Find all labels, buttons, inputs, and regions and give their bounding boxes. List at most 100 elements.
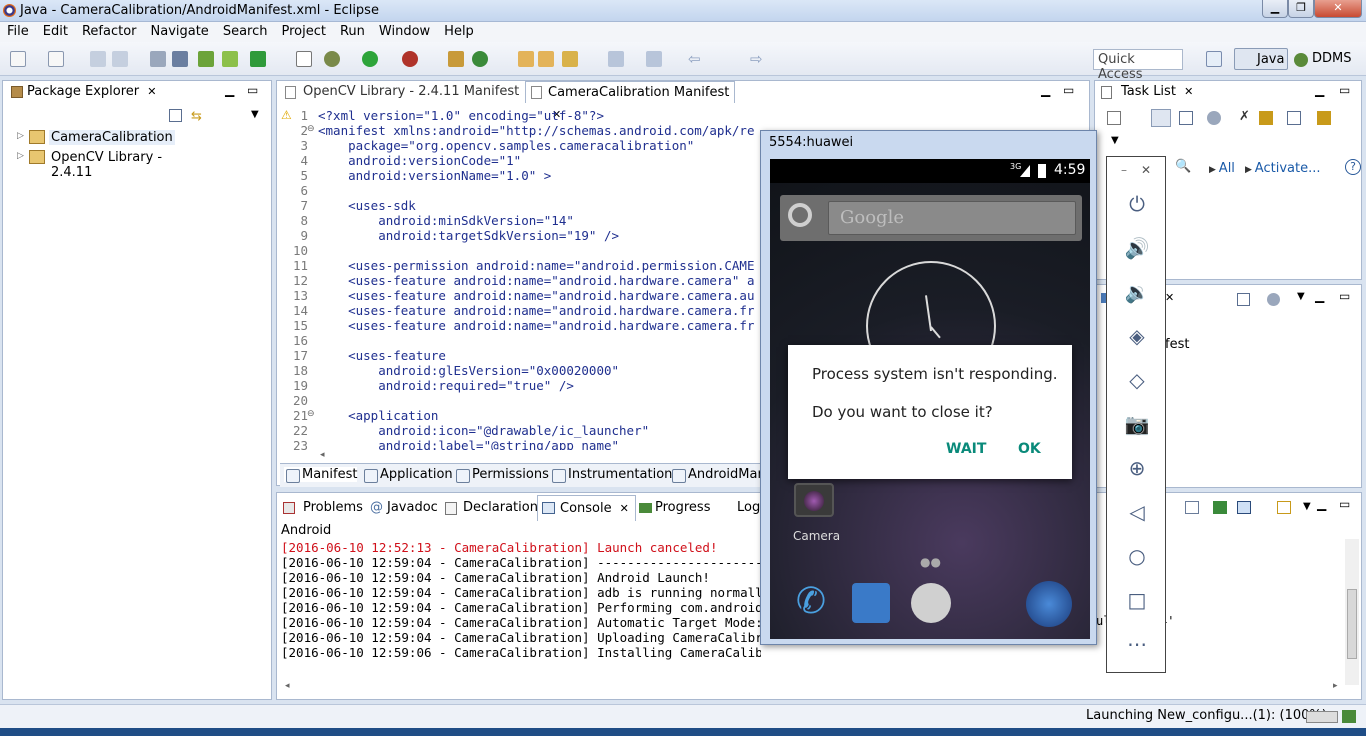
zoom-icon[interactable]: ⊕ [1124, 455, 1150, 481]
maximize-button[interactable]: ❐ [1288, 0, 1314, 18]
expand-icon[interactable]: ▷ [17, 131, 24, 141]
menu-navigate[interactable]: Navigate [144, 22, 216, 39]
view-menu-icon[interactable]: ▼ [1111, 135, 1119, 146]
code-line[interactable]: android:versionName="1.0" > [318, 168, 551, 183]
menu-help[interactable]: Help [437, 22, 481, 39]
code-line[interactable]: <uses-feature android:name="android.hard… [318, 303, 754, 318]
power-icon[interactable]: ⏻ [1124, 191, 1150, 217]
search-tool-icon[interactable] [562, 51, 578, 67]
collapse-icon[interactable] [1287, 111, 1301, 125]
pin-console-icon[interactable] [1213, 501, 1227, 514]
new-icon[interactable] [10, 51, 26, 67]
rotate-right-icon[interactable]: ◇ [1124, 367, 1150, 393]
tree-item-cameracalibration[interactable]: ▷ CameraCalibration [17, 129, 175, 147]
code-line[interactable]: <application [318, 408, 438, 423]
progress-icon[interactable] [1342, 710, 1356, 723]
close-icon[interactable]: ✕ [147, 85, 156, 98]
open-perspective-icon[interactable] [1206, 51, 1222, 67]
outline-item[interactable]: fest [1165, 337, 1189, 352]
tab-logcat[interactable]: LogCat [721, 500, 761, 515]
prev-annotation-icon[interactable] [646, 51, 662, 67]
code-line[interactable]: <uses-sdk [318, 198, 416, 213]
activate-link[interactable]: ▶ Activate... [1245, 161, 1320, 176]
synchronize-icon[interactable] [1207, 111, 1221, 125]
new-java-class-icon[interactable] [472, 51, 488, 67]
screenshot-icon[interactable]: 📷 [1124, 411, 1150, 437]
maximize-view-icon[interactable]: ▭ [1339, 289, 1350, 303]
new-dropdown-icon[interactable] [48, 51, 64, 67]
display-console-icon[interactable] [1237, 501, 1251, 514]
code-line[interactable]: android:targetSdkVersion="19" /> [318, 228, 619, 243]
app-drawer-icon[interactable] [911, 583, 951, 623]
code-line[interactable]: <uses-feature android:name="android.hard… [318, 318, 754, 333]
skip-breakpoints-icon[interactable] [172, 51, 188, 67]
console-scroll-left-icon[interactable]: ◂ [285, 681, 290, 691]
rotate-left-icon[interactable]: ◈ [1124, 323, 1150, 349]
avd-manager-icon[interactable] [222, 51, 238, 67]
overview-icon[interactable]: □ [1124, 587, 1150, 613]
menu-refactor[interactable]: Refactor [75, 22, 144, 39]
code-line[interactable]: android:label="@string/app_name" [318, 438, 619, 450]
browser-icon[interactable] [1026, 581, 1072, 627]
sync-icon[interactable] [1267, 293, 1280, 306]
collapse-all-icon[interactable] [169, 109, 182, 122]
quick-access-field[interactable]: Quick Access [1093, 49, 1183, 82]
code-line[interactable]: <uses-feature android:name="android.hard… [318, 273, 754, 288]
package-explorer-tab[interactable]: Package Explorer ✕ [5, 81, 165, 103]
code-line[interactable]: <?xml version="1.0" encoding="utf-8"?> [318, 108, 604, 123]
focus-icon[interactable] [1259, 111, 1273, 125]
open-console-icon[interactable] [1185, 501, 1199, 514]
close-icon[interactable]: ✕ [620, 502, 629, 515]
search-icon[interactable]: 🔍 [1175, 159, 1191, 174]
run-icon[interactable] [362, 51, 378, 67]
close-icon[interactable]: ✕ [1141, 163, 1151, 177]
code-line[interactable]: <manifest xmlns:android="http://schemas.… [318, 123, 754, 138]
open-type-icon[interactable] [518, 51, 534, 67]
hide-completed-icon[interactable]: ✗ [1239, 109, 1250, 124]
minimize-view-icon[interactable]: ▁ [225, 83, 234, 97]
menu-edit[interactable]: Edit [36, 22, 75, 39]
help-icon[interactable]: ? [1345, 159, 1361, 175]
filter-icon[interactable] [1179, 111, 1193, 125]
open-task-icon[interactable] [538, 51, 554, 67]
maximize-view-icon[interactable]: ▭ [1339, 83, 1350, 97]
next-annotation-icon[interactable] [608, 51, 624, 67]
console-output[interactable]: [2016-06-10 12:52:13 - CameraCalibration… [281, 540, 761, 670]
code-line[interactable]: <uses-permission android:name="android.p… [318, 258, 754, 273]
forward-icon[interactable]: ⇨ [750, 50, 763, 68]
camera-app-icon[interactable]: Camera [790, 481, 842, 543]
categorize-icon[interactable] [1151, 109, 1171, 127]
java-perspective-button[interactable]: Java [1234, 48, 1288, 70]
debug-icon[interactable] [324, 51, 340, 67]
wait-button[interactable]: WAIT [946, 441, 986, 457]
volume-up-icon[interactable]: 🔊 [1124, 235, 1150, 261]
tab-opencv-manifest[interactable]: OpenCV Library - 2.4.11 Manifest [281, 81, 521, 103]
task-list-tab[interactable]: Task List ✕ [1099, 81, 1199, 103]
menu-run[interactable]: Run [333, 22, 372, 39]
emulator-screen[interactable]: 3G 4:59 Google Process system isn't resp… [770, 159, 1090, 639]
code-line[interactable]: android:glEsVersion="0x00020000" [318, 363, 619, 378]
expand-icon[interactable]: ▷ [17, 151, 24, 161]
code-editor[interactable]: 1 <?xml version="1.0" encoding="utf-8"?> 2… [278, 108, 754, 450]
scroll-thumb[interactable] [1347, 589, 1357, 659]
menu-window[interactable]: Window [372, 22, 437, 39]
code-line[interactable]: <uses-feature android:name="android.hard… [318, 288, 754, 303]
minimize-view-icon[interactable]: ▁ [1041, 83, 1050, 97]
close-icon[interactable]: ✕ [1184, 85, 1193, 98]
tab-declaration[interactable]: Declaration [443, 500, 538, 515]
close-button[interactable]: ✕ [1314, 0, 1362, 18]
more-icon[interactable]: ⋯ [1124, 631, 1150, 657]
maximize-view-icon[interactable]: ▭ [247, 83, 258, 97]
minimize-button[interactable]: ▁ [1262, 0, 1288, 18]
console-scroll-right-icon[interactable]: ▸ [1333, 681, 1338, 691]
filter-all-link[interactable]: ▶ All [1209, 161, 1235, 176]
code-line[interactable]: android:required="true" /> [318, 378, 574, 393]
tab-cameracalibration-manifest[interactable]: CameraCalibration Manifest ✕ [525, 81, 735, 121]
ok-button[interactable]: OK [1018, 441, 1041, 457]
minimize-view-icon[interactable]: ▁ [1315, 289, 1324, 303]
menu-project[interactable]: Project [274, 22, 332, 39]
tree-item-opencv[interactable]: ▷ OpenCV Library - 2.4.11 [17, 149, 207, 180]
android-sdk-icon[interactable] [198, 51, 214, 67]
view-menu-icon[interactable]: ▼ [251, 109, 259, 120]
new-java-package-icon[interactable] [448, 51, 464, 67]
